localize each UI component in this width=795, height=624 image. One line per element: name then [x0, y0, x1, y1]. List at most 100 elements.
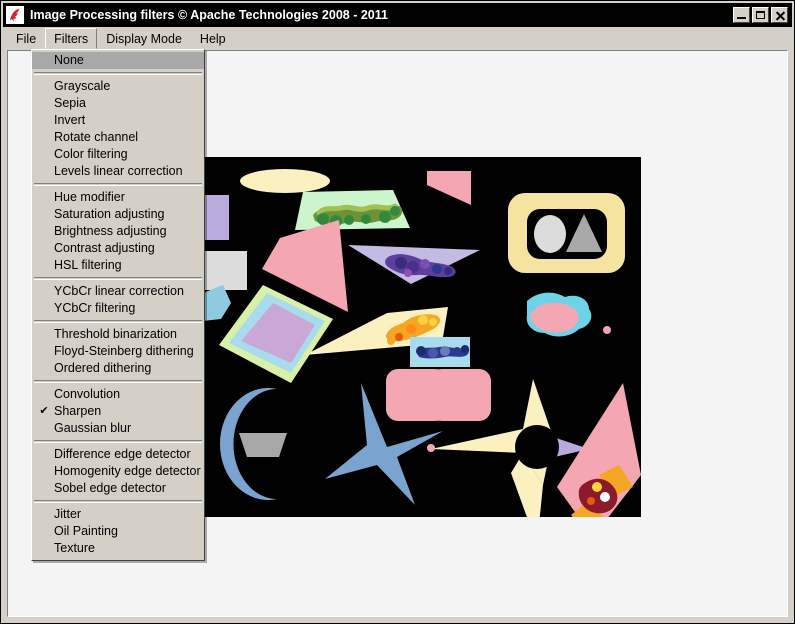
check-icon	[39, 206, 49, 223]
menubar-item-display-mode[interactable]: Display Mode	[97, 28, 191, 49]
menu-item-brightness-adjusting[interactable]: Brightness adjusting	[32, 223, 204, 240]
menu-item-rotate-channel[interactable]: Rotate channel	[32, 129, 204, 146]
menu-item-ycbcr-filtering[interactable]: YCbCr filtering	[32, 300, 204, 317]
menu-item-label: Hue modifier	[54, 190, 125, 204]
menu-item-none[interactable]: None	[32, 52, 204, 69]
menu-item-saturation-adjusting[interactable]: Saturation adjusting	[32, 206, 204, 223]
menu-item-grayscale[interactable]: Grayscale	[32, 78, 204, 95]
filters-dropdown-menu[interactable]: None Grayscale Sepia Invert Rotate chann…	[31, 49, 205, 561]
check-icon	[39, 463, 49, 480]
check-icon	[39, 129, 49, 146]
menu-item-label: Homogenity edge detector	[54, 464, 201, 478]
menu-item-label: None	[54, 53, 84, 67]
check-icon	[39, 540, 49, 557]
minimize-button[interactable]	[733, 7, 750, 23]
maximize-button[interactable]	[752, 7, 769, 23]
menu-bar: File Filters Display Mode Help	[3, 28, 792, 49]
check-icon	[39, 300, 49, 317]
menu-item-label: Color filtering	[54, 147, 128, 161]
menu-item-jitter[interactable]: Jitter	[32, 506, 204, 523]
menu-item-label: Sepia	[54, 96, 86, 110]
menu-item-ordered-dithering[interactable]: Ordered dithering	[32, 360, 204, 377]
menu-item-label: Invert	[54, 113, 86, 127]
menu-item-homogenity-edge-detector[interactable]: Homogenity edge detector	[32, 463, 204, 480]
menu-item-sobel-edge-detector[interactable]: Sobel edge detector	[32, 480, 204, 497]
menu-item-label: Sharpen	[54, 404, 102, 418]
menu-item-oil-painting[interactable]: Oil Painting	[32, 523, 204, 540]
processed-image	[205, 157, 641, 517]
menu-separator	[34, 380, 202, 383]
menu-item-convolution[interactable]: Convolution	[32, 386, 204, 403]
close-button[interactable]	[771, 7, 788, 23]
menu-item-floyd-steinberg-dithering[interactable]: Floyd-Steinberg dithering	[32, 343, 204, 360]
check-icon	[39, 257, 49, 274]
menubar-item-file[interactable]: File	[7, 28, 45, 49]
menu-item-hsl-filtering[interactable]: HSL filtering	[32, 257, 204, 274]
menu-item-label: Threshold binarization	[54, 327, 177, 341]
menu-item-sepia[interactable]: Sepia	[32, 95, 204, 112]
menu-separator	[34, 320, 202, 323]
menu-item-ycbcr-linear-correction[interactable]: YCbCr linear correction	[32, 283, 204, 300]
menu-item-label: Contrast adjusting	[54, 241, 155, 255]
menu-separator	[34, 440, 202, 443]
menu-item-color-filtering[interactable]: Color filtering	[32, 146, 204, 163]
menu-item-label: Texture	[54, 541, 95, 555]
menu-item-label: Oil Painting	[54, 524, 118, 538]
check-icon	[39, 446, 49, 463]
menu-item-label: Ordered dithering	[54, 361, 152, 375]
check-icon	[39, 343, 49, 360]
menu-item-label: YCbCr filtering	[54, 301, 136, 315]
window-title: Image Processing filters © Apache Techno…	[30, 8, 388, 22]
menu-item-label: Brightness adjusting	[54, 224, 167, 238]
menu-separator	[34, 500, 202, 503]
menu-separator	[34, 72, 202, 75]
check-icon	[39, 326, 49, 343]
application-window: Image Processing filters © Apache Techno…	[0, 0, 795, 624]
menu-item-label: HSL filtering	[54, 258, 122, 272]
menu-item-label: Rotate channel	[54, 130, 139, 144]
check-icon: ✔	[39, 405, 49, 417]
menu-item-label: Gaussian blur	[54, 421, 132, 435]
menu-item-levels-linear-correction[interactable]: Levels linear correction	[32, 163, 204, 180]
check-icon	[39, 78, 49, 95]
check-icon	[39, 240, 49, 257]
menu-item-label: Saturation adjusting	[54, 207, 165, 221]
check-icon	[39, 112, 49, 129]
menu-item-label: Difference edge detector	[54, 447, 191, 461]
menu-separator	[34, 183, 202, 186]
menu-item-texture[interactable]: Texture	[32, 540, 204, 557]
menubar-item-filters[interactable]: Filters	[45, 28, 98, 49]
title-bar: Image Processing filters © Apache Techno…	[3, 3, 792, 27]
check-icon	[39, 506, 49, 523]
apache-feather-icon	[6, 6, 24, 24]
menu-item-label: Sobel edge detector	[54, 481, 166, 495]
menu-item-gaussian-blur[interactable]: Gaussian blur	[32, 420, 204, 437]
check-icon	[39, 223, 49, 240]
check-icon	[39, 52, 49, 69]
menu-item-hue-modifier[interactable]: Hue modifier	[32, 189, 204, 206]
check-icon	[39, 189, 49, 206]
menu-item-threshold-binarization[interactable]: Threshold binarization	[32, 326, 204, 343]
menu-item-invert[interactable]: Invert	[32, 112, 204, 129]
check-icon	[39, 523, 49, 540]
menubar-item-help[interactable]: Help	[191, 28, 235, 49]
menu-item-label: Levels linear correction	[54, 164, 183, 178]
check-icon	[39, 480, 49, 497]
check-icon	[39, 146, 49, 163]
menu-item-contrast-adjusting[interactable]: Contrast adjusting	[32, 240, 204, 257]
menu-item-difference-edge-detector[interactable]: Difference edge detector	[32, 446, 204, 463]
check-icon	[39, 163, 49, 180]
check-icon	[39, 283, 49, 300]
menu-item-label: Floyd-Steinberg dithering	[54, 344, 194, 358]
menu-item-label: Jitter	[54, 507, 82, 521]
menu-item-label: Convolution	[54, 387, 121, 401]
menu-item-label: YCbCr linear correction	[54, 284, 184, 298]
check-icon	[39, 420, 49, 437]
check-icon	[39, 360, 49, 377]
window-controls	[733, 7, 788, 23]
menu-separator	[34, 277, 202, 280]
menu-item-label: Grayscale	[54, 79, 111, 93]
check-icon	[39, 386, 49, 403]
check-icon	[39, 95, 49, 112]
menu-item-sharpen[interactable]: ✔ Sharpen	[32, 403, 204, 420]
